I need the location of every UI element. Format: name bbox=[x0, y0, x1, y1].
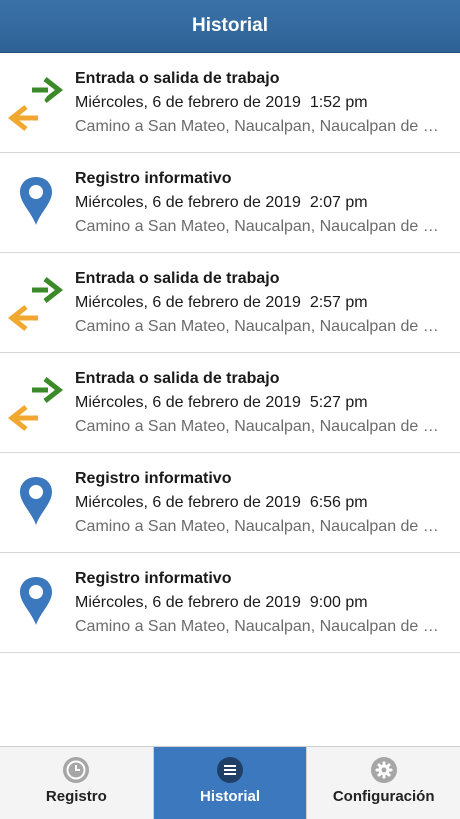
item-address: Camino a San Mateo, Naucalpan, Naucalpan… bbox=[75, 318, 442, 335]
history-item[interactable]: Entrada o salida de trabajo Miércoles, 6… bbox=[0, 353, 460, 453]
item-datetime: Miércoles, 6 de febrero de 2019 2:57 pm bbox=[75, 294, 368, 311]
tab-historial[interactable]: Historial bbox=[153, 747, 308, 819]
item-title: Registro informativo bbox=[75, 170, 232, 187]
gear-icon bbox=[370, 757, 397, 783]
map-pin-icon bbox=[8, 573, 64, 633]
item-address: Camino a San Mateo, Naucalpan, Naucalpan… bbox=[75, 518, 442, 535]
map-pin-icon bbox=[8, 173, 64, 233]
history-item[interactable]: Entrada o salida de trabajo Miércoles, 6… bbox=[0, 53, 460, 153]
history-item[interactable]: Registro informativo Miércoles, 6 de feb… bbox=[0, 553, 460, 653]
app-header: Historial bbox=[0, 0, 460, 53]
arrows-in-out-icon bbox=[8, 73, 64, 133]
history-item[interactable]: Registro informativo Miércoles, 6 de feb… bbox=[0, 153, 460, 253]
item-datetime: Miércoles, 6 de febrero de 2019 5:27 pm bbox=[75, 394, 368, 411]
item-address: Camino a San Mateo, Naucalpan, Naucalpan… bbox=[75, 618, 442, 635]
tab-label: Configuración bbox=[332, 788, 435, 805]
list-icon bbox=[217, 757, 243, 783]
item-address: Camino a San Mateo, Naucalpan, Naucalpan… bbox=[75, 118, 442, 135]
clock-icon bbox=[63, 757, 90, 783]
page-title: Historial bbox=[191, 15, 269, 36]
item-title: Entrada o salida de trabajo bbox=[75, 70, 280, 87]
tab-label: Registro bbox=[45, 788, 107, 805]
item-address: Camino a San Mateo, Naucalpan, Naucalpan… bbox=[75, 418, 442, 435]
tab-configuracion[interactable]: Configuración bbox=[307, 747, 460, 819]
item-title: Registro informativo bbox=[75, 470, 232, 487]
history-item[interactable]: Registro informativo Miércoles, 6 de feb… bbox=[0, 453, 460, 553]
item-title: Registro informativo bbox=[75, 570, 232, 587]
tab-registro[interactable]: Registro bbox=[0, 747, 154, 819]
map-pin-icon bbox=[8, 473, 64, 533]
history-item[interactable]: Entrada o salida de trabajo Miércoles, 6… bbox=[0, 253, 460, 353]
arrows-in-out-icon bbox=[8, 373, 64, 433]
item-datetime: Miércoles, 6 de febrero de 2019 9:00 pm bbox=[75, 594, 368, 611]
item-datetime: Miércoles, 6 de febrero de 2019 2:07 pm bbox=[75, 194, 368, 211]
bottom-tab-bar: Registro Historial Configuración bbox=[0, 746, 460, 819]
tab-label: Historial bbox=[200, 788, 261, 805]
item-address: Camino a San Mateo, Naucalpan, Naucalpan… bbox=[75, 218, 442, 235]
item-datetime: Miércoles, 6 de febrero de 2019 6:56 pm bbox=[75, 494, 368, 511]
item-title: Entrada o salida de trabajo bbox=[75, 370, 280, 387]
item-title: Entrada o salida de trabajo bbox=[75, 270, 280, 287]
arrows-in-out-icon bbox=[8, 273, 64, 333]
item-datetime: Miércoles, 6 de febrero de 2019 1:52 pm bbox=[75, 94, 368, 111]
history-list: Entrada o salida de trabajo Miércoles, 6… bbox=[0, 53, 460, 653]
